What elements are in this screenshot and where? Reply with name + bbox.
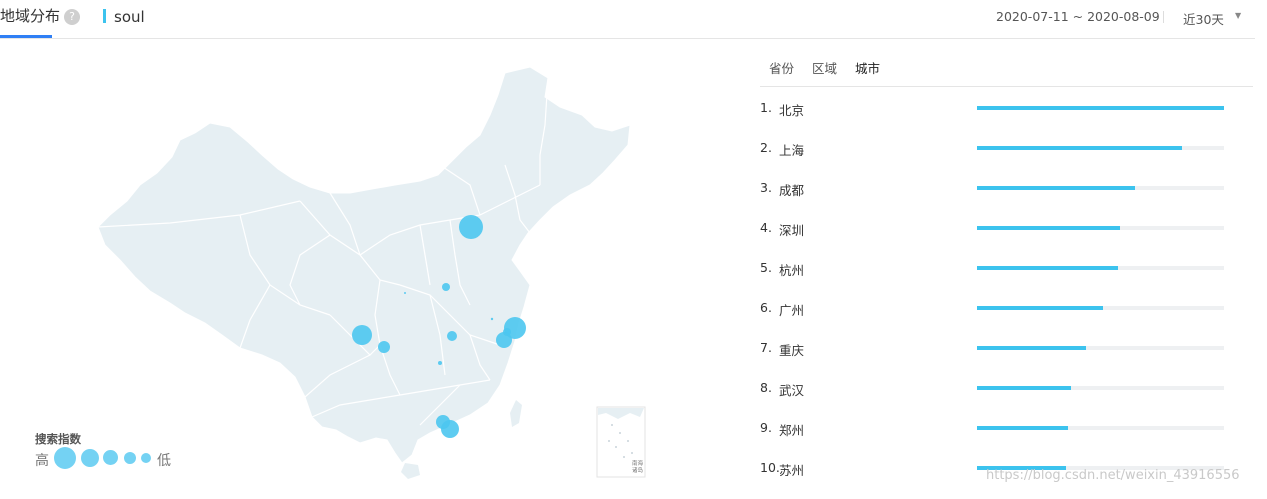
legend-high-label: 高: [35, 453, 49, 469]
map-hainan: [401, 463, 420, 479]
rank-number: 7.: [760, 340, 772, 355]
city-name: 武汉: [779, 383, 805, 398]
rank-number: 4.: [760, 220, 772, 235]
panel-divider: [760, 86, 1253, 87]
ranking-row: 7. 重庆: [760, 340, 1230, 360]
rank-number: 1.: [760, 100, 772, 115]
legend-dot-3: [103, 450, 118, 465]
rank-number: 2.: [760, 140, 772, 155]
south-china-sea-inset: 南海 诸岛: [596, 406, 646, 478]
tab-label: 地域分布: [0, 7, 61, 25]
bubble-xian: [404, 292, 406, 294]
inset-label-2: 诸岛: [632, 466, 644, 474]
ranking-row: 1. 北京: [760, 100, 1230, 120]
rank-bar-track: [977, 386, 1224, 390]
bubble-wuhan: [447, 331, 457, 341]
tab-province[interactable]: 省份: [769, 58, 794, 77]
rank-number: 10.: [760, 460, 780, 475]
header-bar: 地域分布? soul 2020-07-11 ~ 2020-08-09 近30天 …: [0, 0, 1255, 39]
bubble-chongqing: [378, 341, 390, 353]
rank-bar-fill: [977, 306, 1103, 310]
city-name: 重庆: [779, 343, 805, 358]
bubble-beijing: [459, 215, 483, 239]
bubble-hangzhou: [496, 332, 512, 348]
rank-bar-track: [977, 346, 1224, 350]
ranking-row: 6. 广州: [760, 300, 1230, 320]
rank-bar-fill: [977, 266, 1118, 270]
ranking-row: 3. 成都: [760, 180, 1230, 200]
city-name: 郑州: [779, 423, 805, 438]
watermark: https://blog.csdn.net/weixin_43916556: [986, 468, 1240, 483]
rank-bar-fill: [977, 106, 1224, 110]
city-name: 深圳: [779, 223, 805, 238]
active-tab-indicator: [0, 35, 52, 38]
ranking-row: 2. 上海: [760, 140, 1230, 160]
city-name: 成都: [779, 183, 805, 198]
rank-number: 9.: [760, 420, 772, 435]
help-icon[interactable]: ?: [64, 9, 81, 25]
rank-number: 5.: [760, 260, 772, 275]
rank-bar-track: [977, 186, 1224, 190]
date-range[interactable]: 2020-07-11 ~ 2020-08-09: [996, 9, 1160, 24]
rank-bar-track: [977, 306, 1224, 310]
china-map-svg: 南海 诸岛: [97, 66, 646, 479]
rank-bar-fill: [977, 226, 1121, 230]
keyword-color-marker: [103, 9, 106, 23]
bubble-guangzhou: [436, 415, 450, 429]
period-select[interactable]: 近30天: [1183, 9, 1224, 28]
rank-number: 3.: [760, 180, 772, 195]
legend-title: 搜索指数: [35, 432, 81, 446]
legend-dot-4: [124, 452, 136, 464]
rank-bar-track: [977, 146, 1224, 150]
legend-dot-5: [141, 453, 151, 463]
bubble-nanjing: [490, 317, 494, 321]
ranking-row: 5. 杭州: [760, 260, 1230, 280]
bubble-chengdu: [352, 325, 372, 345]
tab-city[interactable]: 城市: [855, 58, 880, 77]
tab-region[interactable]: 区域: [812, 58, 837, 77]
keyword-label: soul: [114, 8, 145, 26]
rank-bar-fill: [977, 426, 1069, 430]
ranking-row: 8. 武汉: [760, 380, 1230, 400]
map-mainland: [97, 66, 631, 464]
map-taiwan: [510, 400, 522, 427]
ranking-row: 9. 郑州: [760, 420, 1230, 440]
rank-bar-track: [977, 266, 1224, 270]
city-name: 苏州: [779, 463, 805, 478]
legend-low-label: 低: [157, 453, 171, 469]
chevron-down-icon[interactable]: ▼: [1235, 11, 1241, 20]
city-name: 上海: [779, 143, 805, 158]
inset-label-1: 南海: [632, 459, 644, 467]
city-name: 北京: [779, 103, 805, 118]
tab-region-distribution[interactable]: 地域分布?: [0, 6, 81, 38]
bubble-changsha: [438, 361, 442, 365]
rank-number: 6.: [760, 300, 772, 315]
rank-bar-fill: [977, 386, 1071, 390]
rank-bar-track: [977, 426, 1224, 430]
keyword-legend: soul: [103, 7, 145, 27]
ranking-row: 4. 深圳: [760, 220, 1230, 240]
rank-bar-track: [977, 106, 1224, 110]
rank-bar-fill: [977, 346, 1086, 350]
header-divider: [1163, 11, 1164, 23]
city-name: 杭州: [779, 263, 805, 278]
china-map: 南海 诸岛: [0, 45, 740, 495]
rank-bar-fill: [977, 186, 1136, 190]
rank-bar-fill: [977, 146, 1182, 150]
city-name: 广州: [779, 303, 805, 318]
bubble-zhengzhou: [442, 283, 450, 291]
rank-bar-track: [977, 226, 1224, 230]
legend-dot-2: [81, 449, 99, 467]
legend-dot-1: [54, 447, 76, 469]
rank-number: 8.: [760, 380, 772, 395]
